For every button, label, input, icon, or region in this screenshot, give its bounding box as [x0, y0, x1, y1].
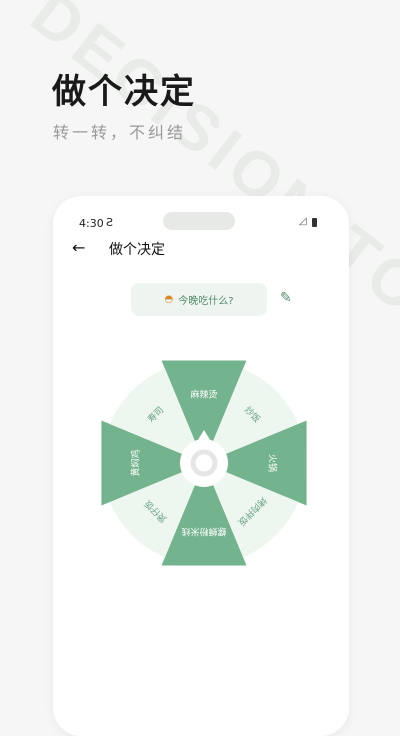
edit-pencil-icon[interactable]: ✎ — [280, 290, 292, 306]
signal-icon: ◿ — [299, 216, 307, 227]
decision-wheel[interactable]: 麻辣烫炒饭火锅烤肉拌饭螺蛳粉米线煲仔饭黄焖鸡寿司 — [93, 352, 315, 574]
question-selector[interactable]: ◓ 今晚吃什么? — [131, 283, 267, 316]
camera-notch — [163, 212, 235, 230]
bowl-icon: ◓ — [164, 294, 174, 305]
wheel-slice-label: 螺蛳粉米线 — [181, 526, 226, 538]
phone-mockup: 4:30 Ƨ ◿ ← 做个决定 ◓ 今晚吃什么? ✎ 麻辣烫 炒饭 火锅 烤肉拌饭 螺蛳… — [53, 196, 349, 736]
wheel-slice-label: 麻辣烫 — [190, 389, 217, 401]
wheel-slice-label: 火锅 — [267, 454, 278, 472]
question-label: 今晚吃什么? — [178, 296, 234, 307]
status-bar: 4:30 Ƨ ◿ — [53, 196, 349, 240]
page-headline: 做个决定 — [52, 72, 196, 112]
app-toolbar: ← 做个决定 — [53, 236, 349, 260]
sync-icon: Ƨ — [106, 216, 113, 229]
status-time: 4:30 — [79, 217, 104, 230]
page-subheadline: 转一转，不纠结 — [53, 123, 187, 142]
wheel-slice-label: 黄焖鸡 — [130, 449, 142, 476]
toolbar-title: 做个决定 — [109, 242, 165, 258]
wheel-hub[interactable] — [180, 439, 228, 487]
back-arrow-icon[interactable]: ← — [72, 238, 85, 257]
battery-icon — [312, 218, 317, 227]
